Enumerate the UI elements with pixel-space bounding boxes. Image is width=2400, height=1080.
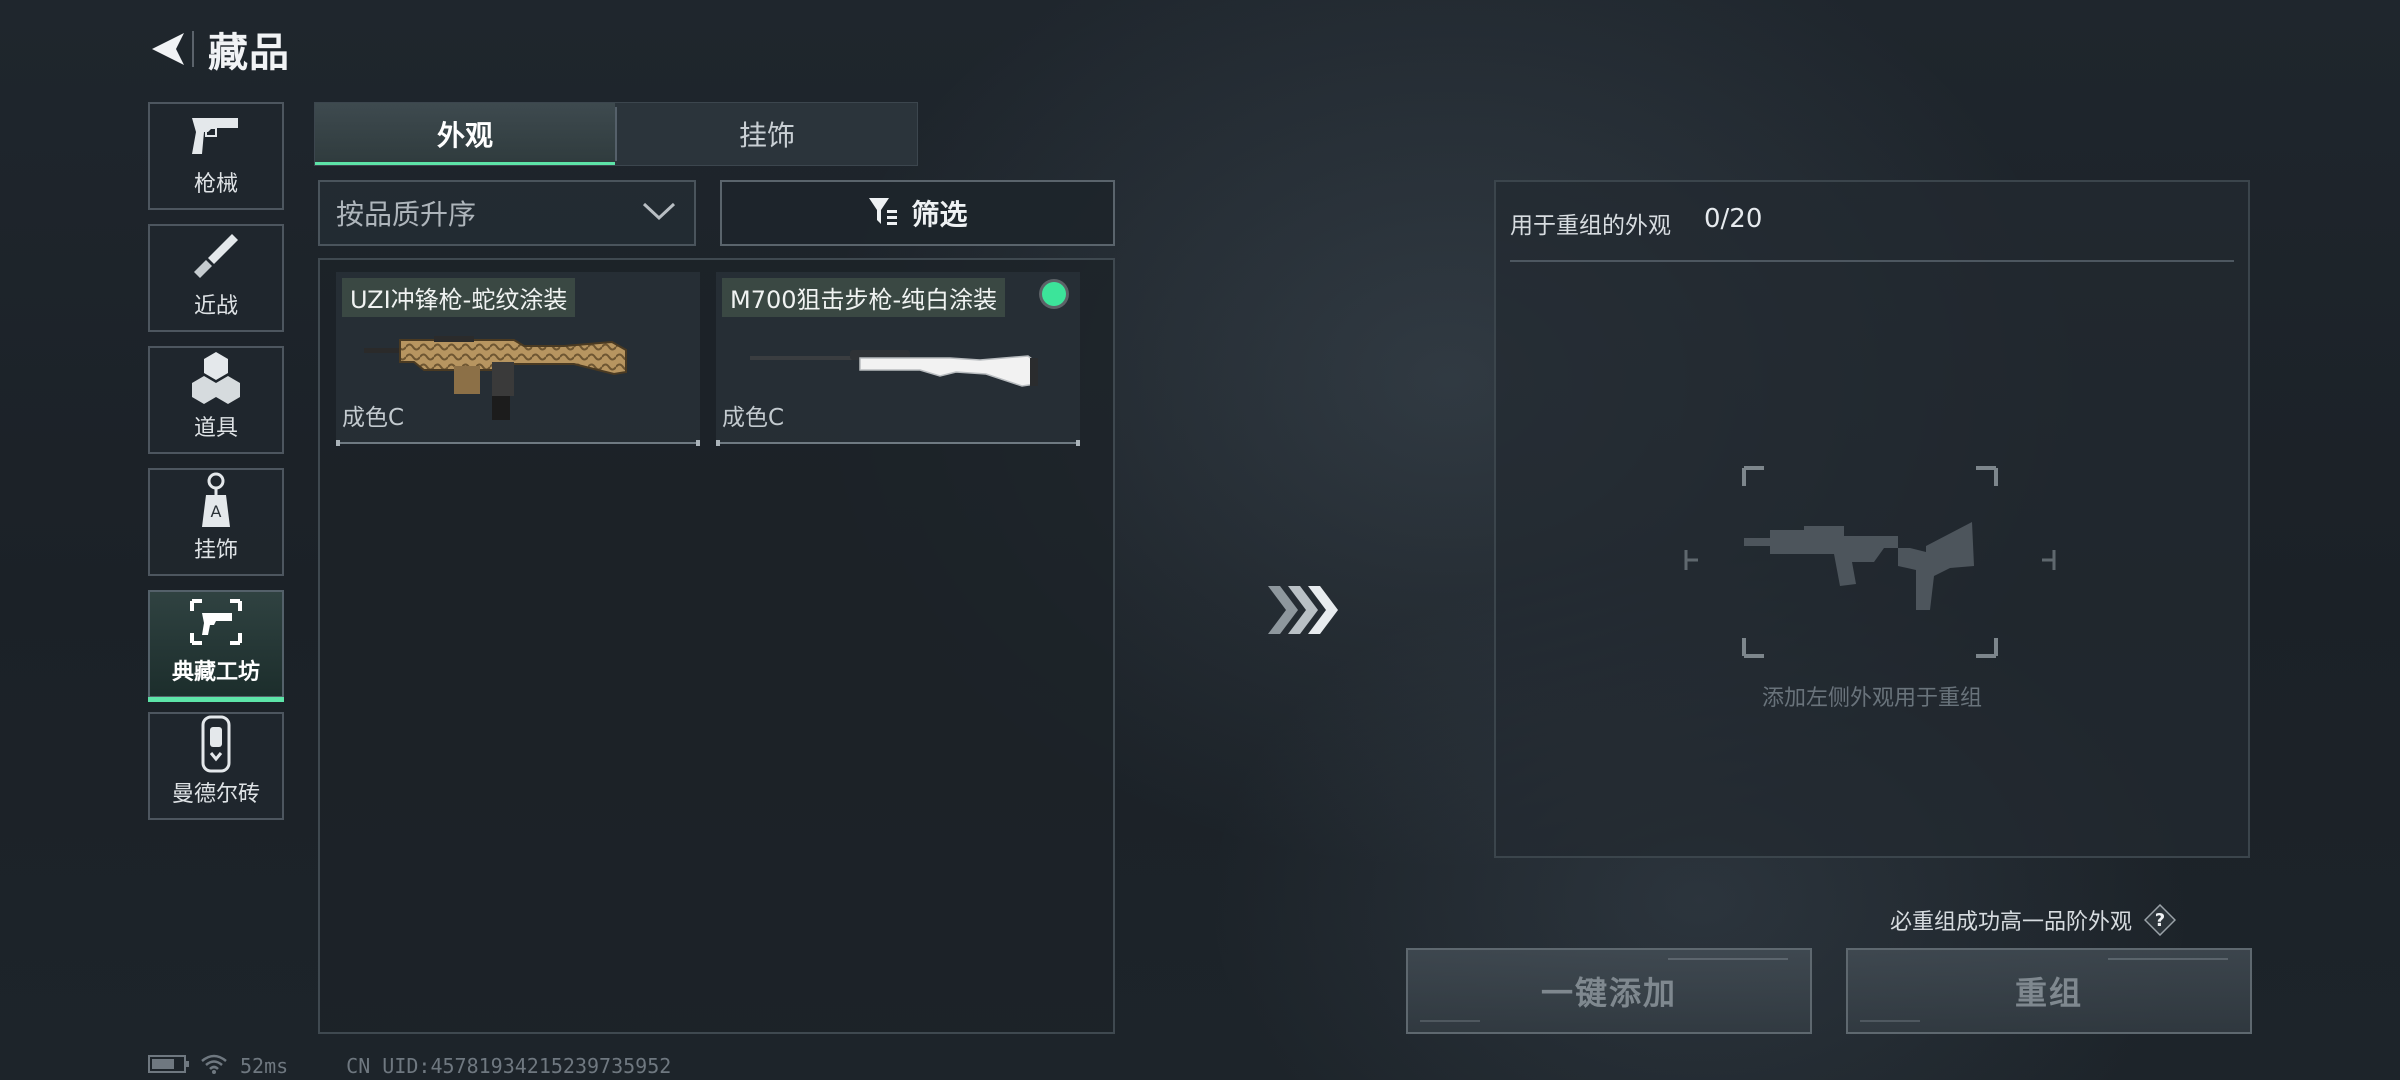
triple-chevron-right-icon xyxy=(1268,586,1338,634)
tab-charms[interactable]: 挂饰 xyxy=(617,103,917,165)
assault-rifle-silhouette-icon xyxy=(1684,466,2056,658)
new-indicator-dot xyxy=(1042,282,1066,306)
item-name: M700狙击步枪-纯白涂装 xyxy=(722,278,1006,317)
sort-dropdown[interactable]: 按品质升序 xyxy=(318,180,696,246)
pistol-icon xyxy=(186,106,246,162)
button-decoration xyxy=(1420,1020,1480,1022)
button-decoration xyxy=(2108,958,2228,960)
recombine-count: 0/20 xyxy=(1704,204,1763,234)
recombine-divider xyxy=(1510,260,2234,262)
category-label: 道具 xyxy=(193,416,238,441)
charm-icon: A xyxy=(186,472,246,528)
guarantee-row: 必重组成功高一品阶外观 ? xyxy=(1890,900,2177,940)
add-all-label: 一键添加 xyxy=(1540,974,1677,1012)
back-arrow-icon[interactable] xyxy=(148,26,188,72)
svg-text:A: A xyxy=(211,502,222,521)
status-bar: 52ms CN UID:4578193421523973595​2 xyxy=(148,1052,671,1080)
recombine-button[interactable]: 重组 xyxy=(1846,948,2252,1034)
filter-funnel-icon xyxy=(867,196,899,230)
item-underline xyxy=(716,440,1080,446)
user-uid: CN UID:4578193421523973595​2 xyxy=(346,1054,672,1078)
category-firearms[interactable]: 枪械 xyxy=(148,102,284,210)
button-decoration xyxy=(1860,1020,1920,1022)
page-title: 藏品 xyxy=(208,30,290,76)
svg-text:?: ? xyxy=(2155,910,2165,931)
category-equipment[interactable]: 道具 xyxy=(148,346,284,454)
category-label: 典藏工坊 xyxy=(171,660,260,685)
uzi-smg-snake-skin-icon xyxy=(364,336,627,420)
add-all-button[interactable]: 一键添加 xyxy=(1406,948,1812,1034)
filter-button[interactable]: 筛选 xyxy=(720,180,1115,246)
item-grade: 成色C xyxy=(342,405,405,431)
item-list-panel: UZI冲锋枪-蛇纹涂装 成色C M700狙击步枪-纯白涂装 成色C xyxy=(318,258,1115,1034)
help-icon[interactable]: ? xyxy=(2144,904,2177,936)
item-card-m700[interactable]: M700狙击步枪-纯白涂装 成色C xyxy=(716,272,1080,446)
item-grade: 成色C xyxy=(722,405,785,431)
tab-bar: 外观 挂饰 xyxy=(314,102,918,166)
wifi-icon xyxy=(200,1053,228,1079)
button-decoration xyxy=(1668,958,1788,960)
battery-icon xyxy=(148,1054,190,1078)
guarantee-text: 必重组成功高一品阶外观 xyxy=(1890,910,2133,935)
category-label: 枪械 xyxy=(193,172,238,197)
header-divider xyxy=(192,31,194,67)
tab-appearance[interactable]: 外观 xyxy=(315,103,615,165)
recombine-title: 用于重组的外观 xyxy=(1510,213,1671,239)
category-charms[interactable]: A 挂饰 xyxy=(148,468,284,576)
recombine-hint: 添加左侧外观用于重组 xyxy=(1761,686,1982,711)
category-label: 挂饰 xyxy=(193,538,238,563)
recombine-panel: 用于重组的外观 0/20 添加左侧外观用于重组 xyxy=(1494,180,2250,858)
workshop-gun-frame-icon xyxy=(186,594,246,650)
filter-label: 筛选 xyxy=(911,198,968,231)
knife-icon xyxy=(186,228,246,284)
category-collection-workshop[interactable]: 典藏工坊 xyxy=(148,590,284,702)
category-label: 曼德尔砖 xyxy=(171,782,260,807)
ping-value: 52ms xyxy=(240,1054,289,1078)
category-melee[interactable]: 近战 xyxy=(148,224,284,332)
sort-dropdown-value: 按品质升序 xyxy=(336,198,477,231)
chevron-down-icon xyxy=(642,201,676,225)
item-card-uzi[interactable]: UZI冲锋枪-蛇纹涂装 成色C xyxy=(336,272,700,446)
header: 藏品 xyxy=(148,24,290,76)
item-underline xyxy=(336,440,700,446)
grenades-icon xyxy=(186,350,246,406)
category-label: 近战 xyxy=(193,294,238,319)
m700-sniper-white-icon xyxy=(750,350,1038,387)
recombine-label: 重组 xyxy=(2014,974,2083,1012)
mandel-brick-icon xyxy=(186,715,246,773)
category-mandel-brick[interactable]: 曼德尔砖 xyxy=(148,712,284,820)
